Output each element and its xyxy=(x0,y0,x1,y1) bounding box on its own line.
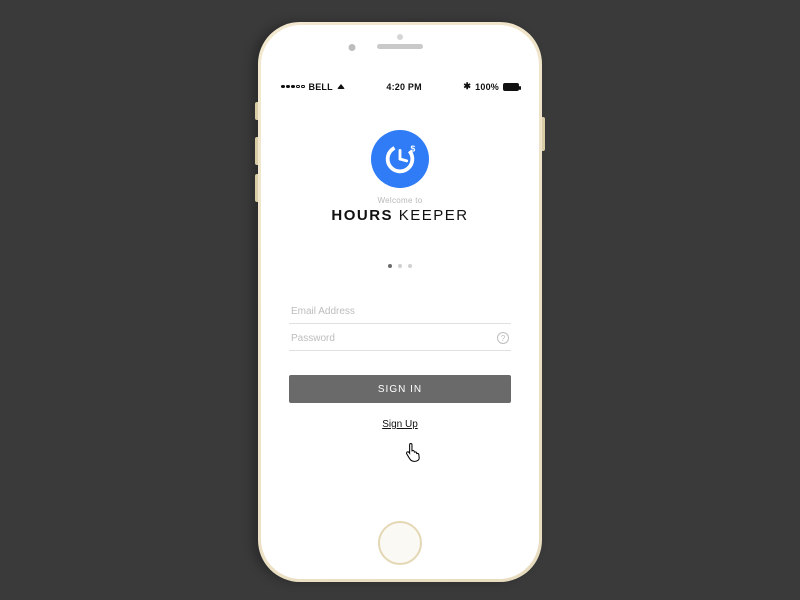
battery-percent: 100% xyxy=(475,82,499,92)
pager-dot-1[interactable] xyxy=(388,264,392,268)
mute-switch[interactable] xyxy=(255,102,258,120)
power-button[interactable] xyxy=(542,117,545,151)
email-placeholder: Email Address xyxy=(291,306,355,317)
bluetooth-icon: ✱ xyxy=(463,81,471,92)
screen: BELL 4:20 PM ✱ 100% $ xyxy=(275,77,525,507)
carrier-label: BELL xyxy=(309,82,333,92)
front-camera xyxy=(349,44,356,51)
pager-dot-3[interactable] xyxy=(408,264,412,268)
password-help-icon[interactable]: ? xyxy=(497,332,509,344)
page-indicator[interactable] xyxy=(275,264,525,268)
status-bar: BELL 4:20 PM ✱ 100% xyxy=(275,77,525,92)
pager-dot-2[interactable] xyxy=(398,264,402,268)
sign-in-label: SIGN IN xyxy=(378,384,422,395)
login-form: Email Address Password ? xyxy=(289,298,511,351)
earpiece-speaker xyxy=(377,44,423,49)
sign-in-button[interactable]: SIGN IN xyxy=(289,375,511,403)
brand-bold: HOURS xyxy=(331,207,393,224)
home-button[interactable] xyxy=(378,521,422,565)
proximity-sensor xyxy=(397,34,403,40)
svg-text:$: $ xyxy=(410,143,415,153)
password-placeholder: Password xyxy=(291,333,335,344)
password-field[interactable]: Password ? xyxy=(289,324,511,351)
signal-strength-icon xyxy=(281,85,305,89)
volume-up-button[interactable] xyxy=(255,137,258,165)
phone-frame: BELL 4:20 PM ✱ 100% $ xyxy=(258,22,542,582)
brand-light: KEEPER xyxy=(399,207,469,224)
battery-icon xyxy=(503,83,519,91)
welcome-text: Welcome to xyxy=(275,196,525,205)
clock: 4:20 PM xyxy=(386,82,421,92)
phone-body: BELL 4:20 PM ✱ 100% $ xyxy=(261,25,539,579)
app-title: HOURS KEEPER xyxy=(275,207,525,224)
wifi-icon xyxy=(337,84,345,89)
app-logo: $ xyxy=(371,130,429,188)
sign-up-link[interactable]: Sign Up xyxy=(275,419,525,430)
volume-down-button[interactable] xyxy=(255,174,258,202)
email-field[interactable]: Email Address xyxy=(289,298,511,324)
